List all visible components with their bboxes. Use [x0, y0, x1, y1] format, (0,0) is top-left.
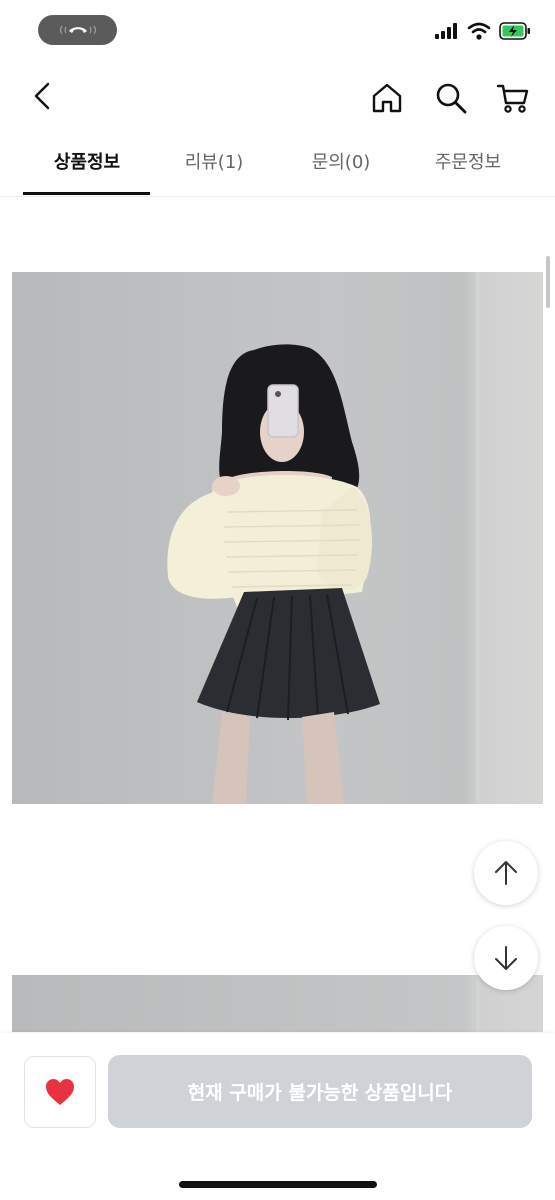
tab-product-info[interactable]: 상품정보 — [23, 148, 151, 174]
tab-reviews[interactable]: 리뷰(1) — [150, 148, 278, 174]
search-button[interactable] — [433, 80, 469, 116]
product-photo-2-illustration — [476, 975, 480, 1032]
home-indicator[interactable] — [179, 1181, 377, 1188]
purchase-unavailable-button[interactable]: 현재 구매가 불가능한 상품입니다 — [108, 1055, 532, 1128]
cart-icon — [496, 84, 529, 113]
signal-icon — [435, 23, 457, 39]
arrow-up-icon — [495, 861, 517, 885]
chevron-left-icon — [34, 82, 50, 110]
product-tabs: 상품정보 리뷰(1) 문의(0) 주문정보 — [0, 140, 555, 197]
phone-icon — [59, 25, 96, 35]
ongoing-call-indicator[interactable] — [38, 15, 117, 45]
product-image — [12, 272, 543, 804]
cart-button[interactable] — [495, 80, 531, 116]
wishlist-button[interactable] — [24, 1056, 96, 1128]
page-scrollbar[interactable] — [546, 256, 550, 308]
wifi-icon — [467, 22, 491, 40]
search-icon — [436, 83, 467, 114]
home-icon — [372, 83, 402, 113]
scroll-to-bottom-button[interactable] — [474, 926, 538, 990]
tab-inquiries[interactable]: 문의(0) — [277, 148, 405, 174]
battery-charging-icon — [499, 22, 530, 40]
active-tab-indicator — [23, 192, 150, 195]
product-image-2 — [12, 975, 543, 1032]
back-button[interactable] — [26, 78, 58, 114]
status-icons — [435, 22, 531, 40]
tab-order-info[interactable]: 주문정보 — [404, 148, 532, 174]
home-button[interactable] — [369, 80, 405, 116]
scroll-to-top-button[interactable] — [474, 841, 538, 905]
heart-icon — [46, 1079, 74, 1105]
product-photo-illustration — [167, 272, 480, 804]
arrow-down-icon — [495, 946, 517, 970]
